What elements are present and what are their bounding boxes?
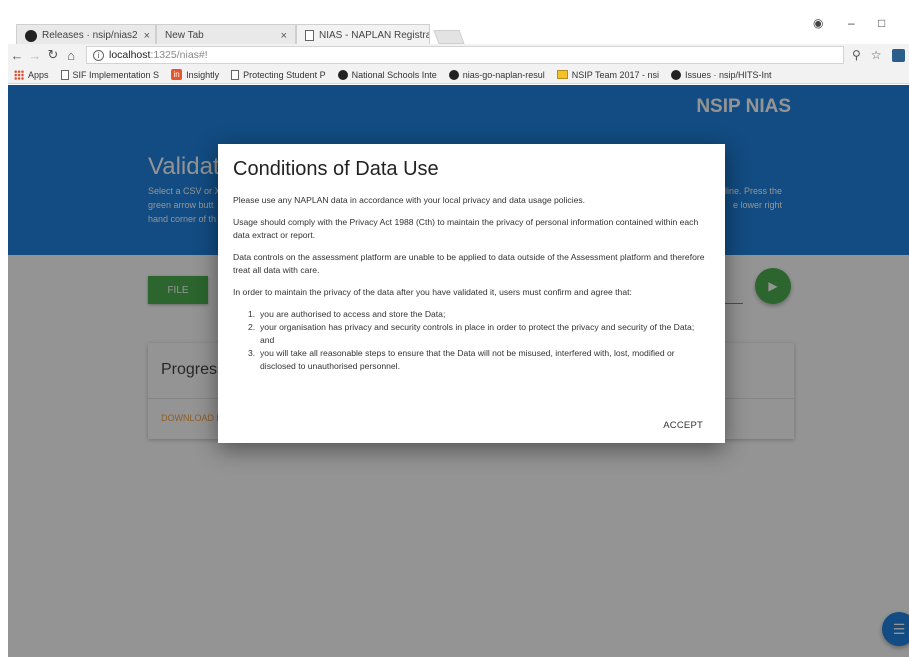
minimize-icon[interactable]: – <box>848 16 855 30</box>
list-text: you will take all reasonable steps to en… <box>260 348 675 371</box>
bookmark-label: SIF Implementation S <box>72 69 160 80</box>
address-bar[interactable]: i localhost:1325/nias#! <box>86 46 844 64</box>
tab-new-tab[interactable]: New Tab × <box>156 24 296 46</box>
conditions-list: 1. you are authorised to access and store… <box>248 308 709 373</box>
address-path: :1325/nias#! <box>150 49 208 61</box>
modal-title: Conditions of Data Use <box>233 158 439 180</box>
bookmark-label: Issues · nsip/HITS-Int <box>684 69 772 80</box>
list-item: 1. you are authorised to access and store… <box>248 308 709 321</box>
modal-paragraph: In order to maintain the privacy of the … <box>233 287 632 297</box>
zoom-icon[interactable]: ⚲ <box>852 48 861 62</box>
page-viewport: NSIP NIAS Validate Select a CSV or X gre… <box>8 85 909 657</box>
bookmark-label: National Schools Inte <box>351 69 437 80</box>
tab-label: New Tab <box>165 30 204 41</box>
bookmark-sif[interactable]: SIF Implementation S <box>60 69 160 80</box>
home-icon[interactable]: ⌂ <box>62 48 80 63</box>
github-icon <box>337 69 348 80</box>
close-icon[interactable]: × <box>275 30 287 42</box>
tab-label: Releases · nsip/nias2 <box>42 30 138 41</box>
bookmarks-bar: Apps SIF Implementation S in Insightly Pr… <box>8 66 909 84</box>
browser-toolbar: ← → ↻ ⌂ i localhost:1325/nias#! ⚲ ☆ <box>8 44 909 66</box>
bookmark-label: nias-go-naplan-resul <box>462 69 545 80</box>
document-icon <box>305 30 314 41</box>
bookmark-nsip-team[interactable]: NSIP Team 2017 - nsi <box>556 69 659 80</box>
bookmark-issues[interactable]: Issues · nsip/HITS-Int <box>670 69 772 80</box>
star-icon[interactable]: ☆ <box>871 48 882 62</box>
back-icon[interactable]: ← <box>8 48 26 63</box>
bookmark-national-schools[interactable]: National Schools Inte <box>337 69 437 80</box>
insightly-icon: in <box>171 69 183 80</box>
apps-icon <box>14 69 24 80</box>
accept-button[interactable]: ACCEPT <box>663 420 703 431</box>
bookmark-nias-go[interactable]: nias-go-naplan-resul <box>448 69 545 80</box>
list-item: 3. you will take all reasonable steps to … <box>248 347 709 373</box>
tab-nias[interactable]: NIAS - NAPLAN Registra × <box>296 24 430 46</box>
tab-strip: Releases · nsip/nias2 × New Tab × NIAS -… <box>8 8 909 46</box>
bookmark-label: NSIP Team 2017 - nsi <box>571 69 659 80</box>
forward-icon[interactable]: → <box>26 48 44 63</box>
maximize-icon[interactable]: □ <box>878 16 885 30</box>
nsip-icon <box>556 70 568 79</box>
reload-icon[interactable]: ↻ <box>44 47 62 63</box>
list-text: your organisation has privacy and securi… <box>260 322 695 345</box>
info-icon[interactable]: i <box>93 49 104 61</box>
bookmark-label: Protecting Student P <box>243 69 326 80</box>
conditions-modal: Conditions of Data Use Please use any NA… <box>218 144 725 443</box>
bookmark-label: Apps <box>28 69 49 80</box>
github-icon <box>448 69 459 80</box>
github-icon <box>25 29 37 42</box>
tab-label: NIAS - NAPLAN Registra <box>319 30 430 41</box>
tab-releases[interactable]: Releases · nsip/nias2 × <box>16 24 156 46</box>
list-text: you are authorised to access and store t… <box>260 309 446 319</box>
address-host: localhost <box>109 49 151 61</box>
profile-icon[interactable]: ◉ <box>813 16 823 30</box>
bookmark-insightly[interactable]: in Insightly <box>171 69 219 80</box>
modal-paragraph: Please use any NAPLAN data in accordance… <box>233 195 586 205</box>
list-item: 2. your organisation has privacy and secu… <box>248 321 709 347</box>
github-icon <box>670 69 681 80</box>
close-icon[interactable]: × <box>138 30 150 42</box>
list-number: 2. <box>248 322 256 332</box>
modal-paragraph: Data controls on the assessment platform… <box>233 252 705 275</box>
document-icon <box>231 69 240 80</box>
bookmark-label: Insightly <box>186 69 220 80</box>
document-icon <box>60 69 69 80</box>
bookmark-protecting[interactable]: Protecting Student P <box>231 69 326 80</box>
bookmark-apps[interactable]: Apps <box>14 69 49 80</box>
list-number: 1. <box>248 309 256 319</box>
extension-icon[interactable] <box>891 48 905 62</box>
modal-paragraph: Usage should comply with the Privacy Act… <box>233 217 699 240</box>
list-number: 3. <box>248 348 256 358</box>
new-tab-button[interactable] <box>433 30 465 44</box>
